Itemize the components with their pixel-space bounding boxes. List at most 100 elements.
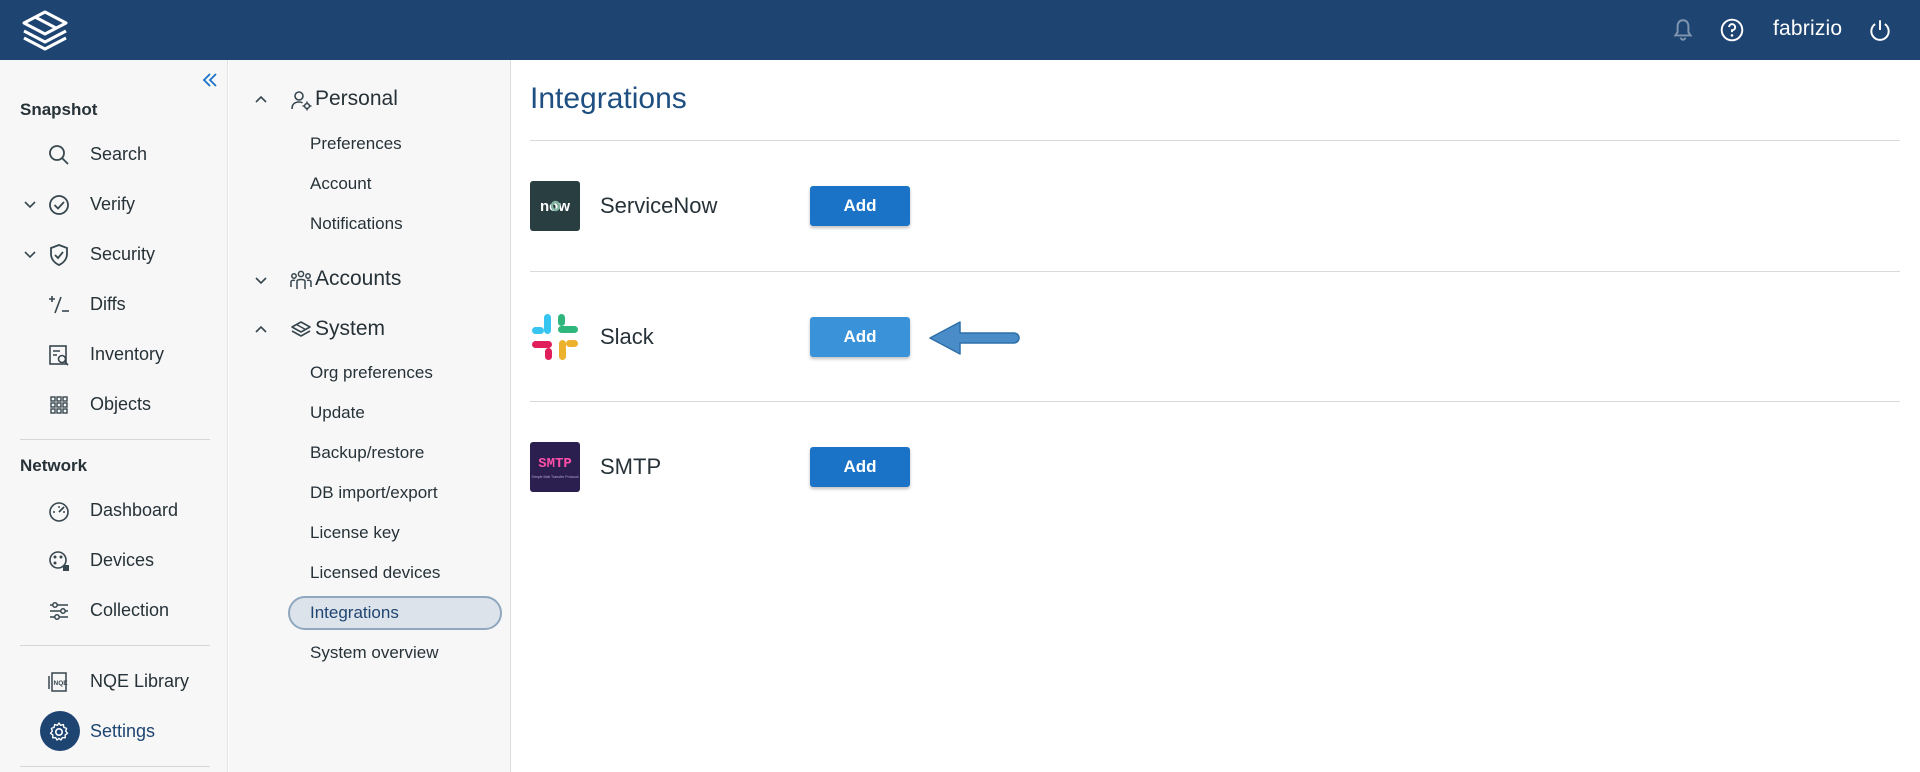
sidebar-item-label: Collection <box>90 600 170 620</box>
sidebar-item-label: Security <box>90 244 156 264</box>
servicenow-logo: now <box>530 181 580 231</box>
integration-row-slack: Slack Add <box>530 312 1900 372</box>
sidebar-item-dashboard[interactable]: Dashboard <box>0 488 228 532</box>
settings-item-label: Licensed devices <box>310 563 441 582</box>
app-logo-icon[interactable] <box>18 8 72 52</box>
add-smtp-button[interactable]: Add <box>810 447 910 487</box>
grid-icon <box>50 396 68 414</box>
section-title-snapshot: Snapshot <box>20 100 98 119</box>
settings-item-label: Preferences <box>310 134 402 153</box>
users-icon <box>290 270 312 289</box>
sidebar-item-label: Dashboard <box>90 500 179 520</box>
settings-group-label: Accounts <box>315 267 402 290</box>
settings-item-label: Org preferences <box>310 363 433 382</box>
settings-item-label: Update <box>310 403 365 422</box>
sidebar-item-nqe-library[interactable]: NQE NQE Library <box>0 659 228 703</box>
settings-item-licensed-devices[interactable]: Licensed devices <box>229 554 511 592</box>
username[interactable]: fabrizio <box>1773 17 1842 41</box>
sidebar-item-label: Diffs <box>90 294 126 314</box>
divider <box>530 140 1900 141</box>
integration-row-smtp: SMTP Simple Mail Transfer Protocol SMTP … <box>530 442 1900 502</box>
settings-item-label: Backup/restore <box>310 443 425 462</box>
slack-logo-icon <box>532 314 578 360</box>
settings-item-license-key[interactable]: License key <box>229 514 511 552</box>
shield-check-icon <box>50 244 68 266</box>
sidebar-item-inventory[interactable]: Inventory <box>0 332 228 376</box>
settings-nav: Personal Preferences Account Notificatio… <box>229 60 511 772</box>
sidebar-item-verify[interactable]: Verify <box>0 182 228 226</box>
settings-group-system[interactable]: System <box>229 309 511 349</box>
settings-item-preferences[interactable]: Preferences <box>229 125 511 163</box>
sidebar-item-objects[interactable]: Objects <box>0 382 228 426</box>
power-icon[interactable] <box>1867 17 1893 43</box>
nqe-icon: NQE <box>48 672 69 692</box>
chevron-up-icon[interactable] <box>253 92 269 108</box>
inventory-icon <box>49 345 69 366</box>
settings-item-system-overview[interactable]: System overview <box>229 634 511 672</box>
chevron-up-icon[interactable] <box>253 322 269 338</box>
settings-item-label: System overview <box>310 643 439 662</box>
sidebar-item-label: Inventory <box>90 344 165 364</box>
smtp-logo: SMTP Simple Mail Transfer Protocol <box>530 442 580 492</box>
settings-group-label: System <box>315 317 386 340</box>
settings-group-label: Personal <box>315 87 398 110</box>
divider <box>20 645 210 646</box>
svg-text:NQE: NQE <box>54 680 69 687</box>
servicenow-logo-icon: now <box>540 198 570 215</box>
user-gear-icon <box>291 91 312 111</box>
settings-group-accounts[interactable]: Accounts <box>229 259 511 299</box>
integration-name: Slack <box>600 324 654 349</box>
sidebar-item-search[interactable]: Search <box>0 132 228 176</box>
top-bar: fabrizio <box>0 0 1920 60</box>
sidebar-item-label: NQE Library <box>90 671 190 691</box>
integration-name: ServiceNow <box>600 193 718 218</box>
slack-logo <box>530 312 580 362</box>
bell-icon[interactable] <box>1670 17 1696 43</box>
settings-item-account[interactable]: Account <box>229 165 511 203</box>
chevron-down-icon[interactable] <box>22 196 38 212</box>
check-circle-icon <box>49 195 69 215</box>
sidebar-item-settings[interactable]: Settings <box>0 709 228 753</box>
sidebar-item-devices[interactable]: Devices <box>0 538 228 582</box>
settings-item-label: Account <box>310 174 372 193</box>
sidebar-item-label: Search <box>90 144 148 164</box>
settings-item-label: DB import/export <box>310 483 438 502</box>
sliders-icon <box>50 602 68 620</box>
settings-item-org-preferences[interactable]: Org preferences <box>229 354 511 392</box>
arrow-pointer-icon <box>929 321 1020 355</box>
gauge-icon <box>49 502 69 522</box>
smtp-logo-text: SMTP <box>538 456 572 472</box>
sidebar-item-label: Settings <box>90 721 156 741</box>
settings-item-integrations[interactable]: Integrations <box>229 594 511 632</box>
devices-icon <box>49 551 69 571</box>
integration-name: SMTP <box>600 454 662 479</box>
add-servicenow-button[interactable]: Add <box>810 186 910 226</box>
add-slack-button[interactable]: Add <box>810 317 910 357</box>
section-title-network: Network <box>20 456 88 475</box>
smtp-logo-subtext: Simple Mail Transfer Protocol <box>532 475 579 479</box>
sidebar-item-security[interactable]: Security <box>0 232 228 276</box>
settings-item-notifications[interactable]: Notifications <box>229 205 511 243</box>
collapse-sidebar-icon[interactable] <box>200 70 220 90</box>
divider <box>20 439 210 440</box>
sidebar-item-label: Objects <box>90 394 152 414</box>
sidebar-item-label: Verify <box>90 194 136 214</box>
smtp-logo-icon: SMTP Simple Mail Transfer Protocol <box>532 456 579 479</box>
divider <box>20 766 210 767</box>
settings-item-backup-restore[interactable]: Backup/restore <box>229 434 511 472</box>
settings-item-update[interactable]: Update <box>229 394 511 432</box>
settings-item-label: Notifications <box>310 214 403 233</box>
sidebar-item-diffs[interactable]: Diffs <box>0 282 228 326</box>
left-sidebar: Snapshot Search Verify Security Diffs In… <box>0 60 228 772</box>
help-icon[interactable] <box>1719 17 1745 43</box>
layers-icon <box>291 321 311 337</box>
page-title: Integrations <box>530 82 687 115</box>
main-content: Integrations now ServiceNow Add Slack Ad… <box>512 60 1920 772</box>
settings-group-personal[interactable]: Personal <box>229 79 511 119</box>
settings-item-db-import-export[interactable]: DB import/export <box>229 474 511 512</box>
sidebar-item-label: Devices <box>90 550 155 570</box>
sidebar-item-collection[interactable]: Collection <box>0 588 228 632</box>
settings-item-label: License key <box>310 523 400 542</box>
chevron-down-icon[interactable] <box>253 272 269 288</box>
chevron-down-icon[interactable] <box>22 246 38 262</box>
